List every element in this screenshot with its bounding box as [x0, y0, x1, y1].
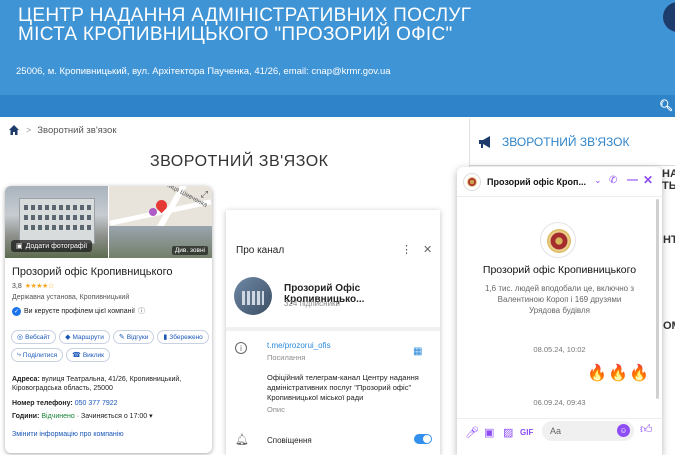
channel-link-label: Посилання [267, 353, 306, 362]
chat-bubble-icon[interactable] [663, 2, 675, 32]
info-icon[interactable]: ⓘ [138, 306, 145, 316]
chat-scrollbar[interactable] [656, 199, 659, 399]
site-title[interactable]: ЦЕНТР НАДАННЯ АДМІНІСТРАТИВНИХ ПОСЛУГ МІ… [18, 6, 471, 44]
sidebar-feedback-link[interactable]: ЗВОРОТНИЙ ЗВ'ЯЗОК [478, 135, 630, 149]
message-timestamp: 08.05.24, 10:02 [533, 345, 586, 354]
website-button[interactable]: ◎ Вебсайт [11, 330, 57, 344]
building-image [19, 198, 95, 244]
add-photo-button[interactable]: ▣ Додати фотографії [11, 240, 93, 252]
sidebar-peek-text: ОМ [663, 320, 675, 332]
business-name: Прозорий офіс Кропивницького [12, 266, 173, 278]
sticker-icon[interactable]: ▨ [503, 426, 513, 439]
saved-button[interactable]: ▮ Збережено [157, 330, 209, 344]
directions-icon: ◆ [65, 334, 71, 341]
business-category: Державна установа, Кропивницький [12, 294, 130, 301]
channel-description: Офіційний телеграм-канал Центру надання … [267, 373, 419, 402]
messenger-chat-window: Прозорий офіс Кроп... ⌄ ✆ — ✕ Прозорий о… [457, 167, 662, 455]
business-hours[interactable]: Години: Відчинено · Зачиняється о 17:00 … [12, 412, 153, 421]
notifications-label: Сповіщення [267, 436, 312, 445]
main-navbar [0, 95, 675, 117]
telegram-channel-panel: Про канал ⋮ ✕ Прозорий Офіс Кропивницько… [226, 210, 440, 455]
more-options-icon[interactable]: ⋮ [401, 243, 412, 256]
sidebar-separator [469, 165, 675, 166]
sidebar-peek-text: НА [662, 168, 675, 180]
edit-business-info-link[interactable]: Змінити інформацію про компанію [12, 430, 124, 439]
share-icon: ⤷ [17, 351, 21, 358]
home-icon[interactable] [8, 124, 20, 136]
channel-avatar[interactable] [234, 277, 272, 315]
phone-icon: ☎ [72, 352, 81, 359]
page-category: Урядова будівля [528, 306, 590, 315]
info-icon: i [235, 342, 247, 354]
qr-code-icon[interactable]: ▦ [413, 346, 424, 357]
business-rating[interactable]: 3,8 ★★★★☆ [12, 282, 54, 291]
share-button[interactable]: ⤷ Поділитися [11, 348, 64, 362]
telegram-panel-title: Про канал [236, 245, 285, 256]
bell-icon: 🔔︎ [235, 434, 249, 446]
page-title: ЗВОРОТНИЙ ЗВ'ЯЗОК [150, 153, 329, 170]
page-likes: 1,6 тис. людей вподобали це, включно з В… [484, 284, 635, 304]
channel-link[interactable]: t.me/prozorui_ofis [267, 341, 331, 350]
close-icon[interactable]: ✕ [423, 243, 432, 256]
rating-stars: ★★★★☆ [24, 283, 54, 290]
sidebar-feedback-label: ЗВОРОТНИЙ ЗВ'ЯЗОК [502, 135, 630, 149]
image-icon[interactable]: ▣ [484, 426, 494, 439]
minimize-icon[interactable]: — [627, 174, 638, 186]
street-view-label: Див. зовні [171, 246, 208, 255]
site-title-line2: МІСТА КРОПИВНИЦЬКОГО "ПРОЗОРИЙ ОФІС" [18, 24, 453, 45]
building-photo[interactable]: ▣ Додати фотографії [5, 186, 108, 258]
chevron-down-icon[interactable]: ⌄ [594, 175, 602, 186]
verified-icon: ✓ [12, 306, 21, 316]
messenger-header: Прозорий офіс Кроп... ⌄ ✆ — ✕ [457, 167, 662, 197]
verified-owner-note: ✓ Ви керуєте профілем цієї компанії ⓘ [12, 306, 145, 316]
business-actions: ◎ Вебсайт ◆ Маршрути ✎ Відгуки ▮ Збережено ⤷… [11, 330, 211, 362]
message-bubble[interactable]: 🔥🔥🔥 [587, 363, 650, 383]
messenger-title[interactable]: Прозорий офіс Кроп... [487, 177, 586, 187]
search-icon[interactable]: 🔍︎ [659, 99, 673, 112]
panel-divider [226, 327, 440, 331]
reviews-button[interactable]: ✎ Відгуки [112, 330, 155, 344]
poi-icon [149, 208, 157, 216]
bookmark-icon: ▮ [163, 334, 168, 341]
page-name: Прозорий офіс Кропивницького [482, 264, 637, 276]
sidebar-peek-text: ТЬ [662, 180, 675, 192]
phone-icon[interactable]: ✆ [609, 175, 617, 186]
google-business-card: ▣ Додати фотографії вулиця Шевченка ⤢ Ди… [5, 186, 212, 453]
emoji-icon[interactable]: ☺ [617, 424, 630, 437]
microphone-icon[interactable]: 🎤︎ [465, 426, 479, 439]
page-avatar-small[interactable] [463, 173, 481, 191]
channel-subscribers: 324 підписники [284, 299, 341, 308]
site-header: ЦЕНТР НАДАННЯ АДМІНІСТРАТИВНИХ ПОСЛУГ МІ… [0, 0, 675, 95]
breadcrumb: > Зворотний зв'язок [8, 124, 117, 136]
business-address: Адреса: вулиця Театральна, 41/26, Кропив… [12, 376, 182, 392]
camera-icon: ▣ [16, 243, 23, 250]
globe-icon: ◎ [17, 334, 24, 341]
notifications-toggle[interactable] [414, 434, 432, 444]
thumbs-up-icon[interactable]: 👍︎ [640, 422, 653, 437]
expand-icon[interactable]: ⤢ [201, 189, 208, 200]
call-button[interactable]: ☎ Виклик [66, 348, 110, 362]
review-icon: ✎ [118, 334, 125, 341]
message-timestamp: 06.09.24, 09:43 [533, 398, 586, 407]
channel-description-label: Опис [267, 405, 285, 414]
site-title-line1: ЦЕНТР НАДАННЯ АДМІНІСТРАТИВНИХ ПОСЛУГ [18, 5, 472, 26]
close-icon[interactable]: ✕ [643, 173, 653, 187]
phone-link[interactable]: 050 377 7922 [75, 400, 118, 407]
megaphone-icon [479, 136, 490, 148]
sidebar-peek-text: НТ [663, 234, 675, 246]
breadcrumb-current: Зворотний зв'язок [37, 124, 117, 136]
map-thumbnail[interactable]: вулиця Шевченка ⤢ Див. зовні [109, 186, 212, 258]
directions-button[interactable]: ◆ Маршрути [59, 330, 110, 344]
site-address: 25006, м. Кропивницький, вул. Архітектор… [16, 66, 391, 77]
business-phone: Номер телефону: 050 377 7922 [12, 400, 118, 407]
page-avatar [540, 222, 576, 258]
breadcrumb-separator: > [26, 125, 32, 135]
gif-icon[interactable]: GIF [520, 428, 533, 437]
